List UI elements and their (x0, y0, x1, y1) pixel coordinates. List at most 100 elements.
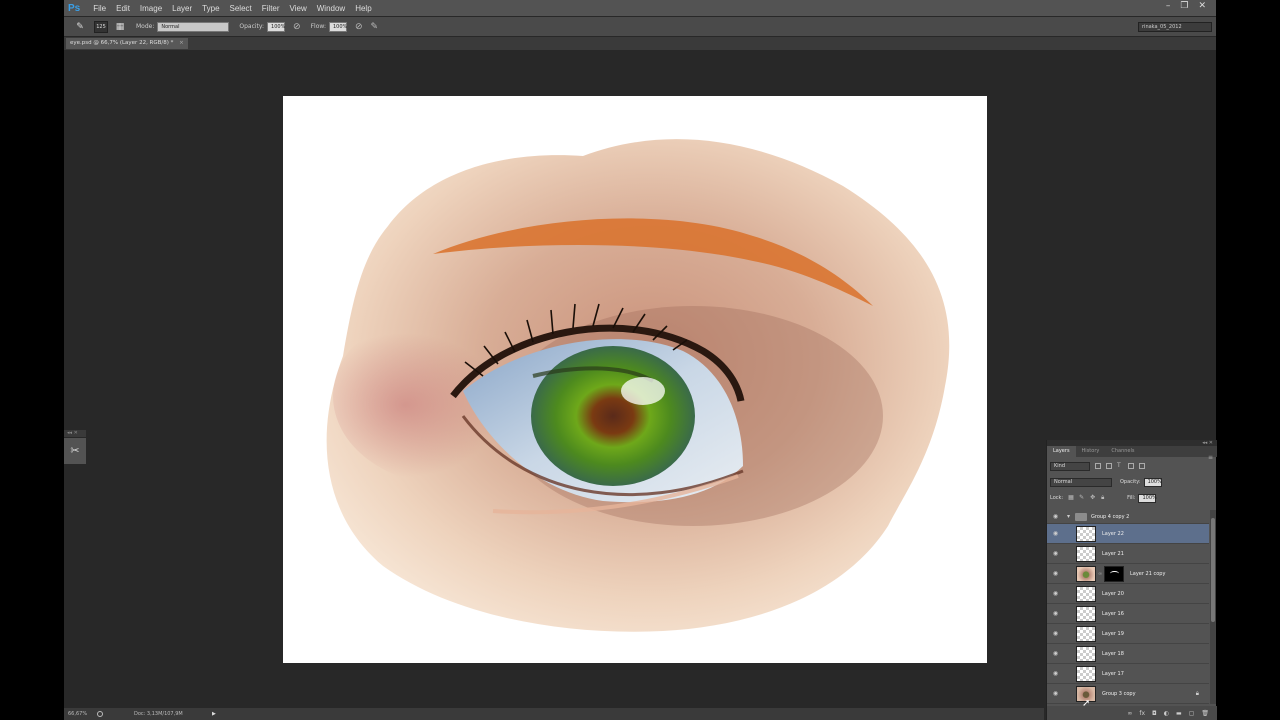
mini-panel-header[interactable]: ◂◂ ✕ (64, 430, 86, 437)
link-layers-icon[interactable]: ∞ (1127, 710, 1132, 717)
workspace-switcher[interactable]: rinaka_05_2012 (1138, 21, 1212, 32)
type-filter-icon[interactable]: T (1117, 463, 1123, 469)
add-mask-icon[interactable]: ◘ (1152, 710, 1157, 717)
brush-panel-icon[interactable]: ▦ (114, 21, 126, 33)
fill-field[interactable]: 100% (1138, 493, 1157, 503)
zoom-level[interactable]: 66,67% (68, 708, 87, 720)
layer-thumbnail (1076, 546, 1096, 562)
flow-label: Flow: (310, 23, 326, 30)
menu-select[interactable]: Select (225, 4, 257, 13)
mask-link-icon[interactable]: ∞ (1098, 571, 1102, 577)
menu-file[interactable]: File (88, 4, 111, 13)
close-icon[interactable]: ✕ (1198, 1, 1206, 11)
layer-row[interactable]: ◉ ∞ Layer 21 copy (1047, 564, 1209, 584)
layer-style-icon[interactable]: fx (1139, 710, 1145, 717)
new-group-icon[interactable]: ▬ (1176, 710, 1182, 717)
layer-mask-thumbnail[interactable] (1104, 566, 1124, 582)
layer-filter-row: Kind T (1047, 459, 1217, 473)
layer-thumbnail (1076, 526, 1096, 542)
lock-pixels-icon[interactable]: ✎ (1079, 495, 1085, 501)
layer-row[interactable]: ◉ Layer 21 (1047, 544, 1209, 564)
adjustment-filter-icon[interactable] (1106, 463, 1112, 469)
layers-scrollbar[interactable] (1210, 510, 1216, 704)
trash-icon[interactable]: 🗑︎ (1201, 710, 1209, 717)
menu-filter[interactable]: Filter (257, 4, 285, 13)
restore-icon[interactable]: ❐ (1180, 1, 1188, 11)
new-layer-icon[interactable]: ▢ (1189, 710, 1195, 717)
layer-name: Layer 22 (1102, 531, 1124, 537)
layers-bottom-toolbar: ∞ fx ◘ ◐ ▬ ▢ 🗑︎ (1047, 706, 1217, 720)
panel-tabs: Layers History Channels ≡ (1047, 446, 1217, 461)
scrollbar-thumb[interactable] (1211, 518, 1215, 622)
canvas-area[interactable]: ◂◂ ✕ ✂ (64, 50, 1216, 708)
flow-field[interactable]: 100% (328, 21, 347, 32)
visibility-eye-icon[interactable]: ◉ (1050, 610, 1061, 618)
left-letterbox (0, 0, 64, 720)
status-bar: 66,67% Doc: 3,13M/107,9M ▶ (64, 708, 1044, 720)
layer-row[interactable]: ◉ Layer 19 (1047, 624, 1209, 644)
proof-icon[interactable] (97, 711, 103, 717)
lock-transparency-icon[interactable]: ▦ (1068, 495, 1074, 501)
visibility-eye-icon[interactable]: ◉ (1050, 590, 1061, 598)
layer-row[interactable]: ◉ Layer 22 (1047, 524, 1209, 544)
lock-all-icon[interactable]: 🔒︎ (1101, 495, 1107, 501)
tab-channels[interactable]: Channels (1105, 446, 1140, 457)
document-tab-bar: eye.psd @ 66,7% (Layer 22, RGB/8) * × (64, 37, 1216, 50)
opacity-field[interactable]: 100% (267, 21, 285, 32)
menu-layer[interactable]: Layer (167, 4, 197, 13)
minimize-icon[interactable]: – (1166, 1, 1171, 11)
layer-row[interactable]: ◉ Group 3 copy 🔒︎ (1047, 684, 1209, 704)
tool-presets-icon[interactable]: ✂ (67, 443, 83, 459)
visibility-eye-icon[interactable]: ◉ (1050, 513, 1061, 521)
menu-window[interactable]: Window (312, 4, 350, 13)
menu-edit[interactable]: Edit (111, 4, 135, 13)
tab-close-icon[interactable]: × (179, 40, 184, 46)
document-canvas[interactable] (283, 96, 987, 663)
mode-label: Mode: (136, 23, 155, 30)
kind-filter-dropdown[interactable]: Kind (1050, 461, 1090, 471)
layer-opacity-field[interactable]: 100% (1143, 477, 1162, 487)
expand-triangle-icon[interactable]: ▾ (1067, 513, 1070, 520)
menu-type[interactable]: Type (197, 4, 224, 13)
layer-row[interactable]: ◉ Layer 18 (1047, 644, 1209, 664)
layer-name: Layer 19 (1102, 631, 1124, 637)
layer-name: Group 4 copy 2 (1091, 514, 1130, 520)
layer-thumbnail (1076, 566, 1096, 582)
menu-view[interactable]: View (285, 4, 312, 13)
airbrush-icon[interactable]: ⊘ (355, 22, 363, 32)
layer-name: Layer 21 copy (1130, 571, 1166, 577)
shape-filter-icon[interactable] (1128, 463, 1134, 469)
layer-row[interactable]: ◉ ▾ Group 4 copy 2 (1047, 510, 1209, 524)
pixel-filter-icon[interactable] (1095, 463, 1101, 469)
status-menu-arrow[interactable]: ▶ (212, 708, 216, 720)
visibility-eye-icon[interactable]: ◉ (1050, 630, 1061, 638)
layer-row[interactable]: ◉ Layer 17 (1047, 664, 1209, 684)
visibility-eye-icon[interactable]: ◉ (1050, 670, 1061, 678)
mode-dropdown[interactable]: Normal (157, 21, 230, 32)
brush-size-picker[interactable]: 125 (94, 20, 108, 33)
tab-layers[interactable]: Layers (1047, 446, 1076, 457)
brush-tool-icon[interactable]: ✎ (74, 21, 86, 33)
layer-name: Layer 21 (1102, 551, 1124, 557)
blend-mode-dropdown[interactable]: Normal (1050, 477, 1112, 487)
layer-thumbnail (1076, 626, 1096, 642)
layer-row[interactable]: ◉ Layer 20 (1047, 584, 1209, 604)
lock-position-icon[interactable]: ✥ (1090, 495, 1096, 501)
visibility-eye-icon[interactable]: ◉ (1050, 650, 1061, 658)
visibility-eye-icon[interactable]: ◉ (1050, 530, 1061, 538)
menu-image[interactable]: Image (135, 4, 167, 13)
document-tab[interactable]: eye.psd @ 66,7% (Layer 22, RGB/8) * × (66, 38, 188, 49)
smart-object-filter-icon[interactable] (1139, 463, 1145, 469)
tab-history[interactable]: History (1076, 446, 1106, 457)
menu-help[interactable]: Help (350, 4, 376, 13)
visibility-eye-icon[interactable]: ◉ (1050, 690, 1061, 698)
pressure-size-icon[interactable]: ✎ (371, 22, 379, 32)
visibility-eye-icon[interactable]: ◉ (1050, 550, 1061, 558)
document-title: eye.psd @ 66,7% (Layer 22, RGB/8) * (70, 40, 174, 46)
visibility-eye-icon[interactable]: ◉ (1050, 570, 1061, 578)
adjustment-layer-icon[interactable]: ◐ (1164, 710, 1169, 717)
pressure-opacity-icon[interactable]: ⊘ (293, 22, 301, 32)
layer-name: Layer 16 (1102, 611, 1124, 617)
layer-row[interactable]: ◉ Layer 16 (1047, 604, 1209, 624)
lock-icon: 🔒︎ (1195, 690, 1199, 697)
